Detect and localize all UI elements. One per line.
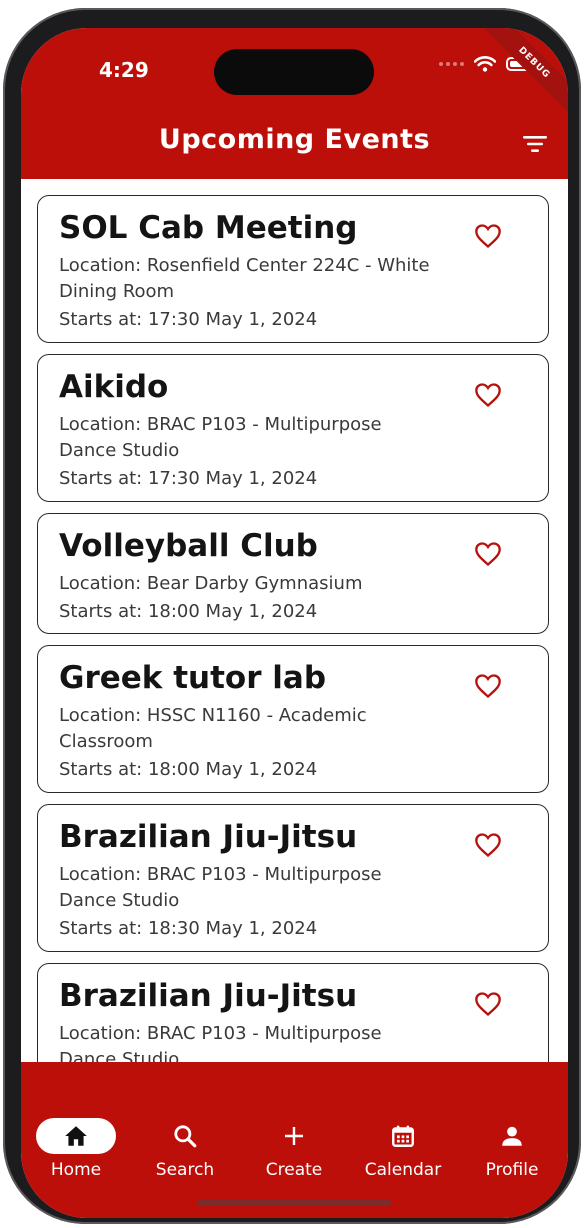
nav-label-search: Search xyxy=(155,1160,215,1180)
debug-banner: DEBUG xyxy=(476,28,568,121)
nav-label-create: Create xyxy=(265,1160,323,1180)
nav-item-calendar[interactable]: Calendar xyxy=(348,1118,458,1180)
event-start-time: Starts at: 18:00 May 1, 2024 xyxy=(59,601,318,622)
bottom-navigation-bar: Home Search Create Calendar Profile xyxy=(21,1062,568,1218)
nav-item-profile[interactable]: Profile xyxy=(457,1118,567,1180)
phone-frame: 4:29 DEBUG Upcoming Events SOL Cab Meeti… xyxy=(3,8,581,1224)
event-card[interactable]: Brazilian Jiu-Jitsu Location: BRAC P103 … xyxy=(37,804,549,952)
nav-label-profile: Profile xyxy=(485,1160,539,1180)
event-title: Greek tutor lab xyxy=(59,660,327,696)
event-card[interactable]: Aikido Location: BRAC P103 - Multipurpos… xyxy=(37,354,549,502)
plus-icon xyxy=(285,1127,303,1145)
event-location: Location: Bear Darby Gymnasium xyxy=(59,573,363,594)
event-card[interactable]: Greek tutor lab Location: HSSC N1160 - A… xyxy=(37,645,549,793)
favorite-heart-icon[interactable] xyxy=(474,673,502,699)
event-title: Brazilian Jiu-Jitsu xyxy=(59,819,358,855)
nav-item-create[interactable]: Create xyxy=(239,1118,349,1180)
event-title: Volleyball Club xyxy=(59,528,318,564)
nav-label-home: Home xyxy=(50,1160,102,1180)
calendar-icon xyxy=(392,1125,414,1147)
favorite-heart-icon[interactable] xyxy=(474,541,502,567)
home-icon xyxy=(65,1126,87,1146)
event-start-time: Starts at: 17:30 May 1, 2024 xyxy=(59,468,318,489)
event-start-time: Starts at: 18:00 May 1, 2024 xyxy=(59,759,318,780)
page-title: Upcoming Events xyxy=(158,124,431,155)
event-card[interactable]: SOL Cab Meeting Location: Rosenfield Cen… xyxy=(37,195,549,343)
event-location: Location: BRAC P103 - Multipurpose Dance… xyxy=(59,864,382,911)
nav-active-pill[interactable] xyxy=(36,1118,116,1154)
event-location: Location: BRAC P103 - Multipurpose Dance… xyxy=(59,1023,382,1062)
event-start-time: Starts at: 18:30 May 1, 2024 xyxy=(59,918,318,939)
favorite-heart-icon[interactable] xyxy=(474,991,502,1017)
event-title: Brazilian Jiu-Jitsu xyxy=(59,978,358,1014)
event-location: Location: HSSC N1160 - Academic Classroo… xyxy=(59,705,367,752)
app-screen: 4:29 DEBUG Upcoming Events SOL Cab Meeti… xyxy=(21,28,568,1218)
wifi-icon xyxy=(474,56,496,72)
favorite-heart-icon[interactable] xyxy=(474,832,502,858)
event-location: Location: Rosenfield Center 224C - White… xyxy=(59,255,430,302)
event-list[interactable]: SOL Cab Meeting Location: Rosenfield Cen… xyxy=(21,179,568,1062)
app-bar: 4:29 DEBUG Upcoming Events xyxy=(21,28,568,179)
event-card[interactable]: Brazilian Jiu-Jitsu Location: BRAC P103 … xyxy=(37,963,549,1062)
filter-icon[interactable] xyxy=(522,134,548,154)
favorite-heart-icon[interactable] xyxy=(474,223,502,249)
event-title: Aikido xyxy=(59,369,169,405)
nav-item-home[interactable]: Home xyxy=(21,1118,131,1180)
event-card[interactable]: Volleyball Club Location: Bear Darby Gym… xyxy=(37,513,549,634)
nav-label-calendar: Calendar xyxy=(364,1160,442,1180)
home-indicator[interactable] xyxy=(197,1200,391,1206)
nav-item-search[interactable]: Search xyxy=(130,1118,240,1180)
person-icon xyxy=(502,1126,522,1146)
event-location: Location: BRAC P103 - Multipurpose Dance… xyxy=(59,414,382,461)
status-time: 4:29 xyxy=(99,58,149,82)
search-icon xyxy=(174,1125,197,1148)
cellular-signal-icon xyxy=(439,62,464,66)
favorite-heart-icon[interactable] xyxy=(474,382,502,408)
dynamic-island xyxy=(214,49,374,95)
event-start-time: Starts at: 17:30 May 1, 2024 xyxy=(59,309,318,330)
event-title: SOL Cab Meeting xyxy=(59,210,358,246)
